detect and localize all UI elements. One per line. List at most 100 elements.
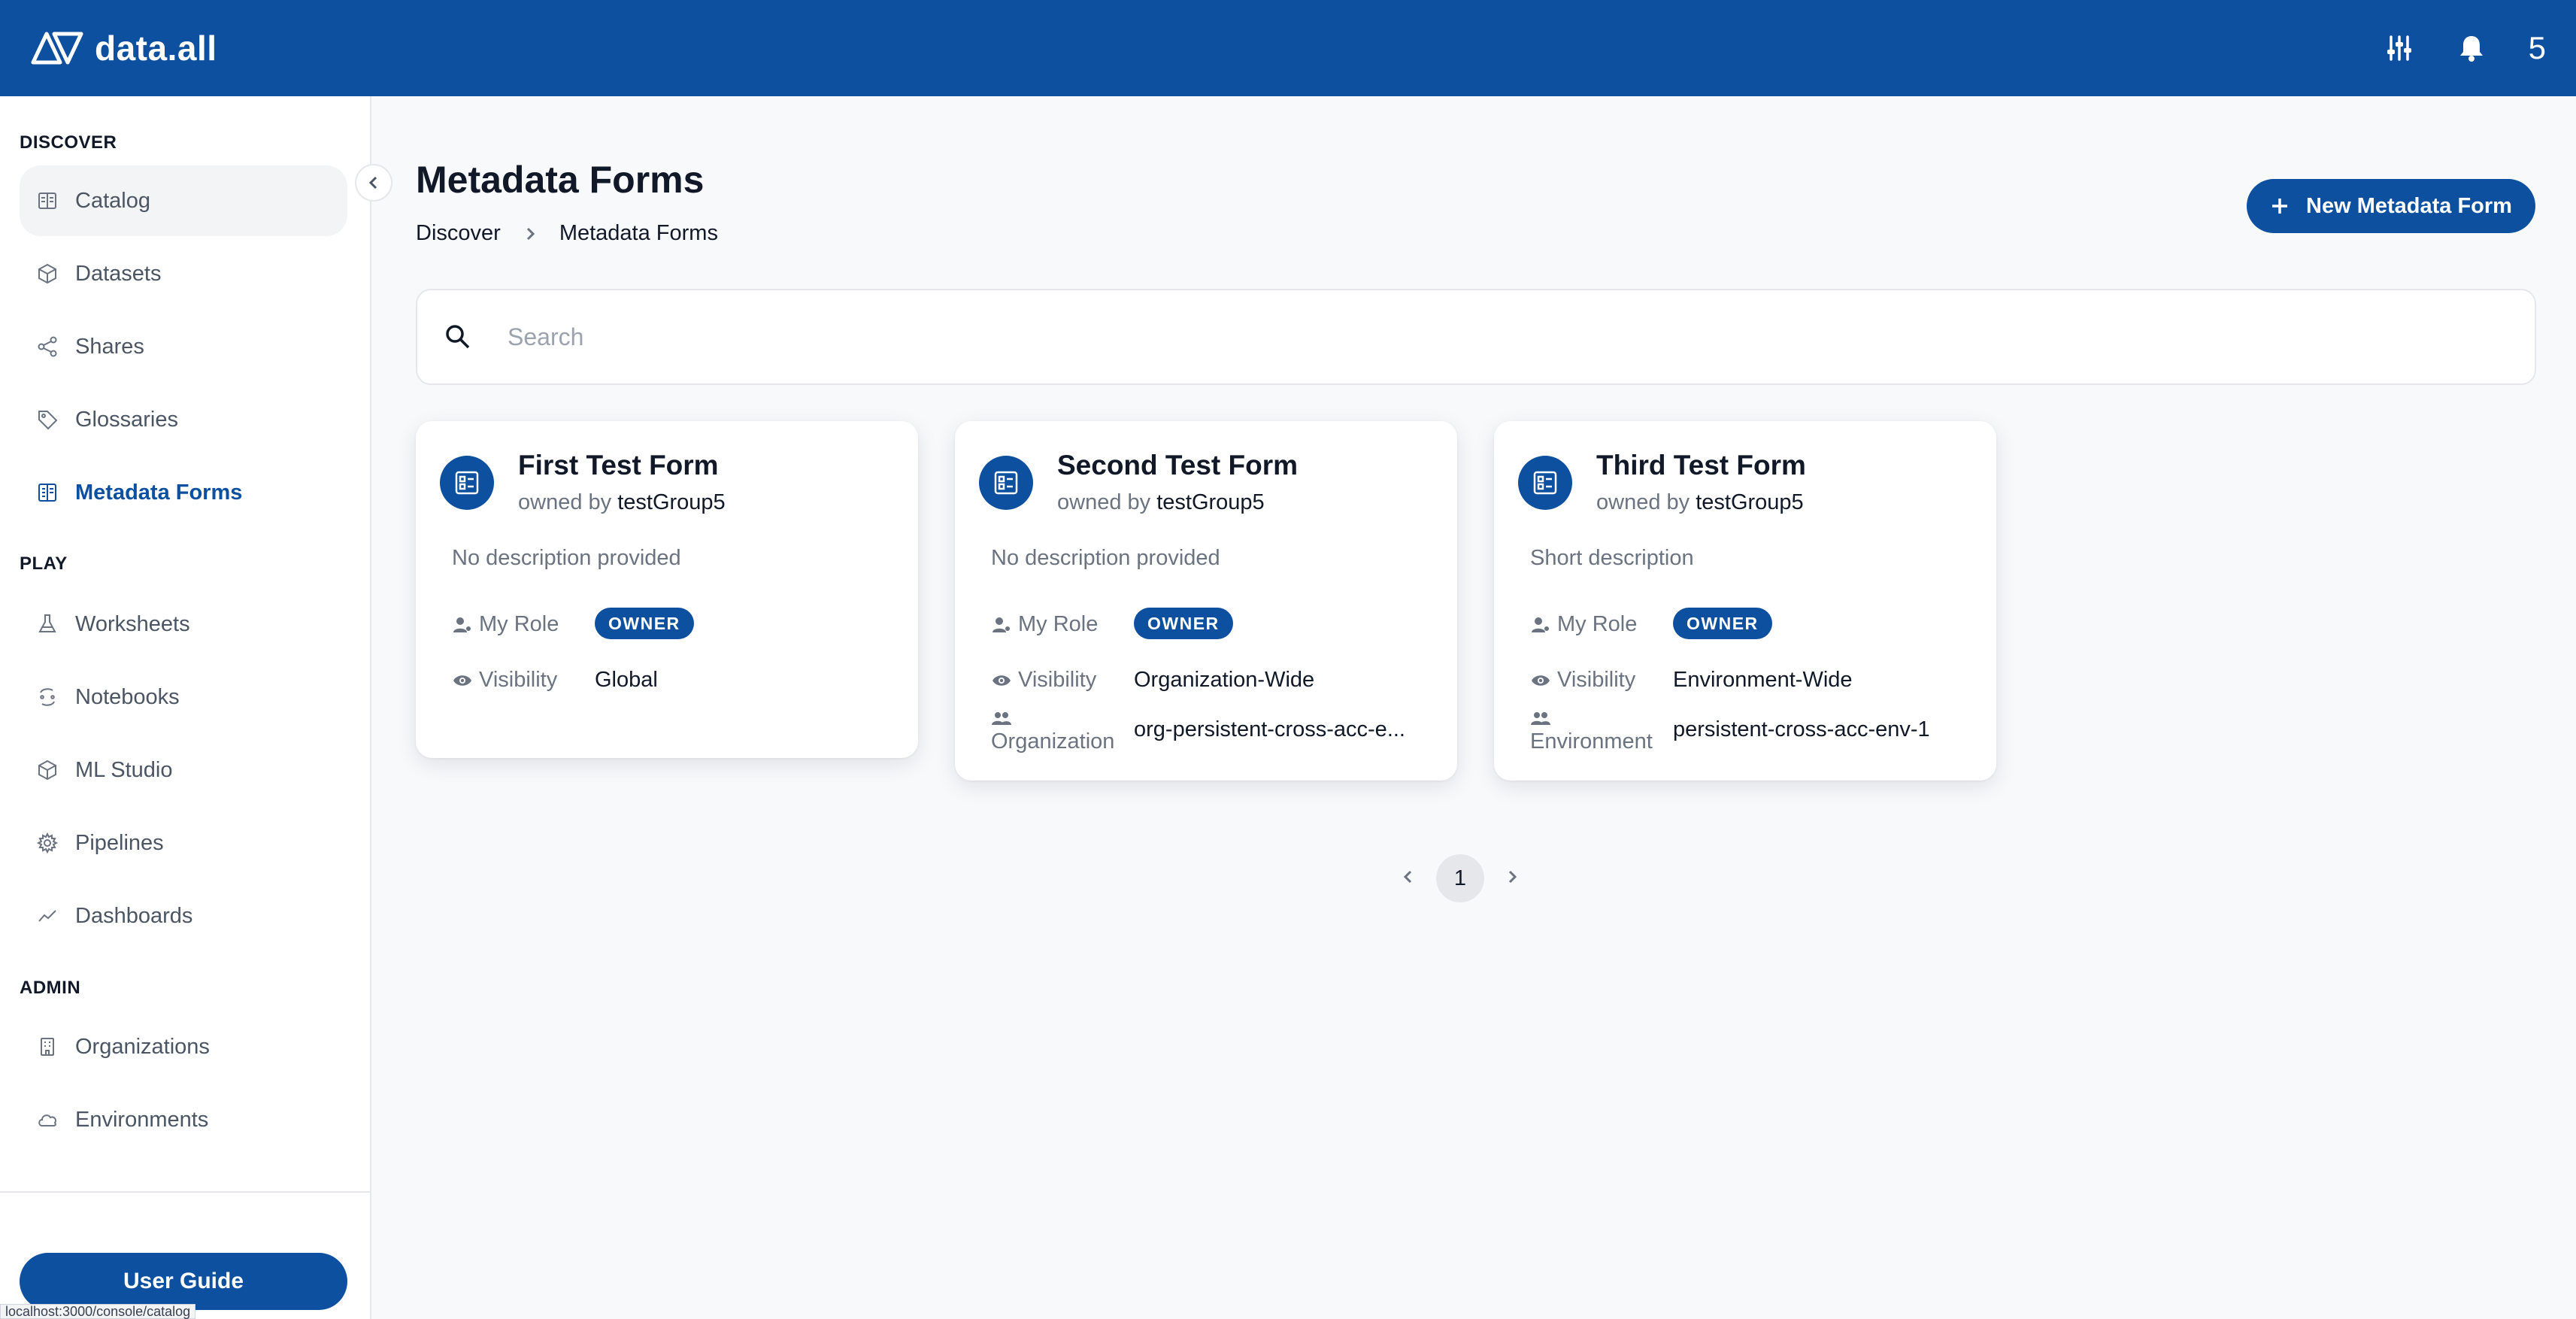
sidebar-item-label: Dashboards bbox=[75, 903, 193, 928]
sidebar-item-catalog[interactable]: Catalog bbox=[20, 165, 347, 236]
metadata-form-card[interactable]: Third Test Form owned by testGroup5 Shor… bbox=[1494, 421, 1996, 781]
metadata-form-card[interactable]: First Test Form owned by testGroup5 No d… bbox=[416, 421, 918, 758]
visibility-value: Organization-Wide bbox=[1134, 668, 1315, 692]
eye-icon bbox=[453, 675, 471, 686]
sidebar-item-label: Datasets bbox=[75, 261, 162, 286]
form-avatar bbox=[979, 456, 1033, 510]
settings-sliders-icon[interactable] bbox=[2384, 33, 2414, 63]
share-icon bbox=[38, 336, 57, 357]
owner-group: testGroup5 bbox=[1156, 490, 1265, 514]
notebook-icon bbox=[40, 688, 55, 706]
sidebar-item-datasets[interactable]: Datasets bbox=[20, 238, 347, 309]
chevron-right-icon bbox=[526, 227, 535, 240]
organization-label: Organization bbox=[991, 729, 1115, 753]
environment-label: Environment bbox=[1530, 729, 1653, 753]
breadcrumb-discover[interactable]: Discover bbox=[416, 221, 501, 246]
environment-value: persistent-cross-acc-env-1 bbox=[1673, 717, 1930, 741]
role-row: My Role OWNER bbox=[991, 608, 1435, 657]
sidebar-item-pipelines[interactable]: Pipelines bbox=[20, 808, 347, 878]
visibility-row: Visibility Global bbox=[452, 668, 896, 713]
previous-page-button[interactable] bbox=[1400, 869, 1417, 889]
environment-row: Environment persistent-cross-acc-env-1 bbox=[1530, 712, 1974, 763]
sidebar-section-discover: DISCOVER bbox=[20, 132, 117, 153]
visibility-label: Visibility bbox=[1018, 668, 1097, 692]
sidebar-item-label: ML Studio bbox=[75, 757, 173, 782]
role-row: My Role OWNER bbox=[1530, 608, 1974, 657]
sidebar-item-label: Organizations bbox=[75, 1034, 210, 1059]
user-menu-count[interactable]: 5 bbox=[2529, 30, 2546, 66]
card-description: No description provided bbox=[452, 546, 681, 570]
sidebar-item-environments[interactable]: Environments bbox=[20, 1084, 347, 1155]
next-page-button[interactable] bbox=[1504, 869, 1520, 889]
cloud-icon bbox=[38, 1114, 57, 1126]
chevron-left-icon bbox=[1403, 870, 1412, 883]
group-icon bbox=[992, 712, 1011, 725]
page-number-current[interactable]: 1 bbox=[1436, 854, 1484, 902]
form-icon bbox=[1533, 471, 1557, 495]
sidebar-item-worksheets[interactable]: Worksheets bbox=[20, 589, 347, 660]
role-badge: OWNER bbox=[1134, 608, 1233, 639]
sidebar-item-ml-studio[interactable]: ML Studio bbox=[20, 735, 347, 805]
gear-icon bbox=[36, 832, 59, 854]
owner-group: testGroup5 bbox=[617, 490, 726, 514]
sidebar-item-label: Metadata Forms bbox=[75, 480, 243, 505]
sidebar-item-label: Shares bbox=[75, 334, 144, 359]
new-metadata-form-button[interactable]: New Metadata Form bbox=[2247, 179, 2535, 233]
sidebar-item-dashboards[interactable]: Dashboards bbox=[20, 881, 347, 951]
eye-icon bbox=[1532, 675, 1550, 686]
card-title[interactable]: Second Test Form bbox=[1057, 450, 1298, 481]
metadata-form-card[interactable]: Second Test Form owned by testGroup5 No … bbox=[955, 421, 1457, 781]
visibility-value: Global bbox=[595, 668, 658, 692]
status-bar-url: localhost:3000/console/catalog bbox=[0, 1304, 196, 1319]
sidebar-item-metadata-forms[interactable]: Metadata Forms bbox=[20, 457, 347, 528]
cube-icon bbox=[38, 760, 56, 781]
cube-icon bbox=[38, 263, 56, 284]
card-owner: owned by testGroup5 bbox=[1596, 490, 1804, 514]
eye-icon bbox=[993, 675, 1011, 686]
plus-icon bbox=[2272, 199, 2288, 214]
form-icon bbox=[38, 484, 56, 502]
sidebar-item-label: Worksheets bbox=[75, 611, 190, 636]
flask-icon bbox=[38, 614, 56, 632]
sidebar-section-play: PLAY bbox=[20, 553, 68, 574]
role-label: My Role bbox=[1018, 612, 1099, 636]
user-guide-button[interactable]: User Guide bbox=[20, 1253, 347, 1310]
sidebar-item-label: Environments bbox=[75, 1107, 209, 1132]
card-title[interactable]: Third Test Form bbox=[1596, 450, 1806, 481]
owner-group: testGroup5 bbox=[1696, 490, 1804, 514]
user-role-icon bbox=[453, 617, 471, 632]
trend-icon bbox=[38, 910, 56, 922]
tag-icon bbox=[38, 411, 58, 430]
form-icon bbox=[994, 471, 1018, 495]
sidebar: DISCOVER Catalog Datasets Shares Glossar… bbox=[0, 96, 371, 1319]
sidebar-item-label: Notebooks bbox=[75, 684, 180, 709]
new-metadata-form-label: New Metadata Form bbox=[2306, 193, 2512, 218]
notification-bell-icon[interactable] bbox=[2456, 33, 2487, 63]
top-app-bar: data.all 5 bbox=[0, 0, 2576, 96]
sidebar-item-glossaries[interactable]: Glossaries bbox=[20, 384, 347, 455]
visibility-value: Environment-Wide bbox=[1673, 668, 1853, 692]
search-bar bbox=[416, 289, 2536, 385]
card-title[interactable]: First Test Form bbox=[518, 450, 719, 481]
card-description: No description provided bbox=[991, 546, 1220, 570]
sidebar-item-organizations[interactable]: Organizations bbox=[20, 1011, 347, 1082]
pagination: 1 bbox=[1400, 854, 1520, 902]
sidebar-section-admin: ADMIN bbox=[20, 978, 81, 998]
role-row: My Role OWNER bbox=[452, 608, 896, 657]
organization-row: Organization org-persistent-cross-acc-e.… bbox=[991, 712, 1435, 763]
sidebar-item-notebooks[interactable]: Notebooks bbox=[20, 662, 347, 732]
sidebar-item-shares[interactable]: Shares bbox=[20, 311, 347, 382]
card-owner: owned by testGroup5 bbox=[518, 490, 726, 514]
visibility-label: Visibility bbox=[1557, 668, 1636, 692]
group-icon bbox=[1531, 712, 1550, 725]
form-avatar bbox=[440, 456, 494, 510]
role-label: My Role bbox=[1557, 612, 1638, 636]
catalog-icon bbox=[38, 193, 56, 209]
form-avatar bbox=[1518, 456, 1572, 510]
card-description: Short description bbox=[1530, 546, 1694, 570]
app-logo[interactable]: data.all bbox=[30, 28, 217, 68]
sidebar-item-label: Pipelines bbox=[75, 830, 164, 855]
search-input[interactable] bbox=[508, 323, 2462, 351]
app-title: data.all bbox=[95, 29, 217, 68]
collapse-sidebar-button[interactable] bbox=[355, 164, 392, 202]
